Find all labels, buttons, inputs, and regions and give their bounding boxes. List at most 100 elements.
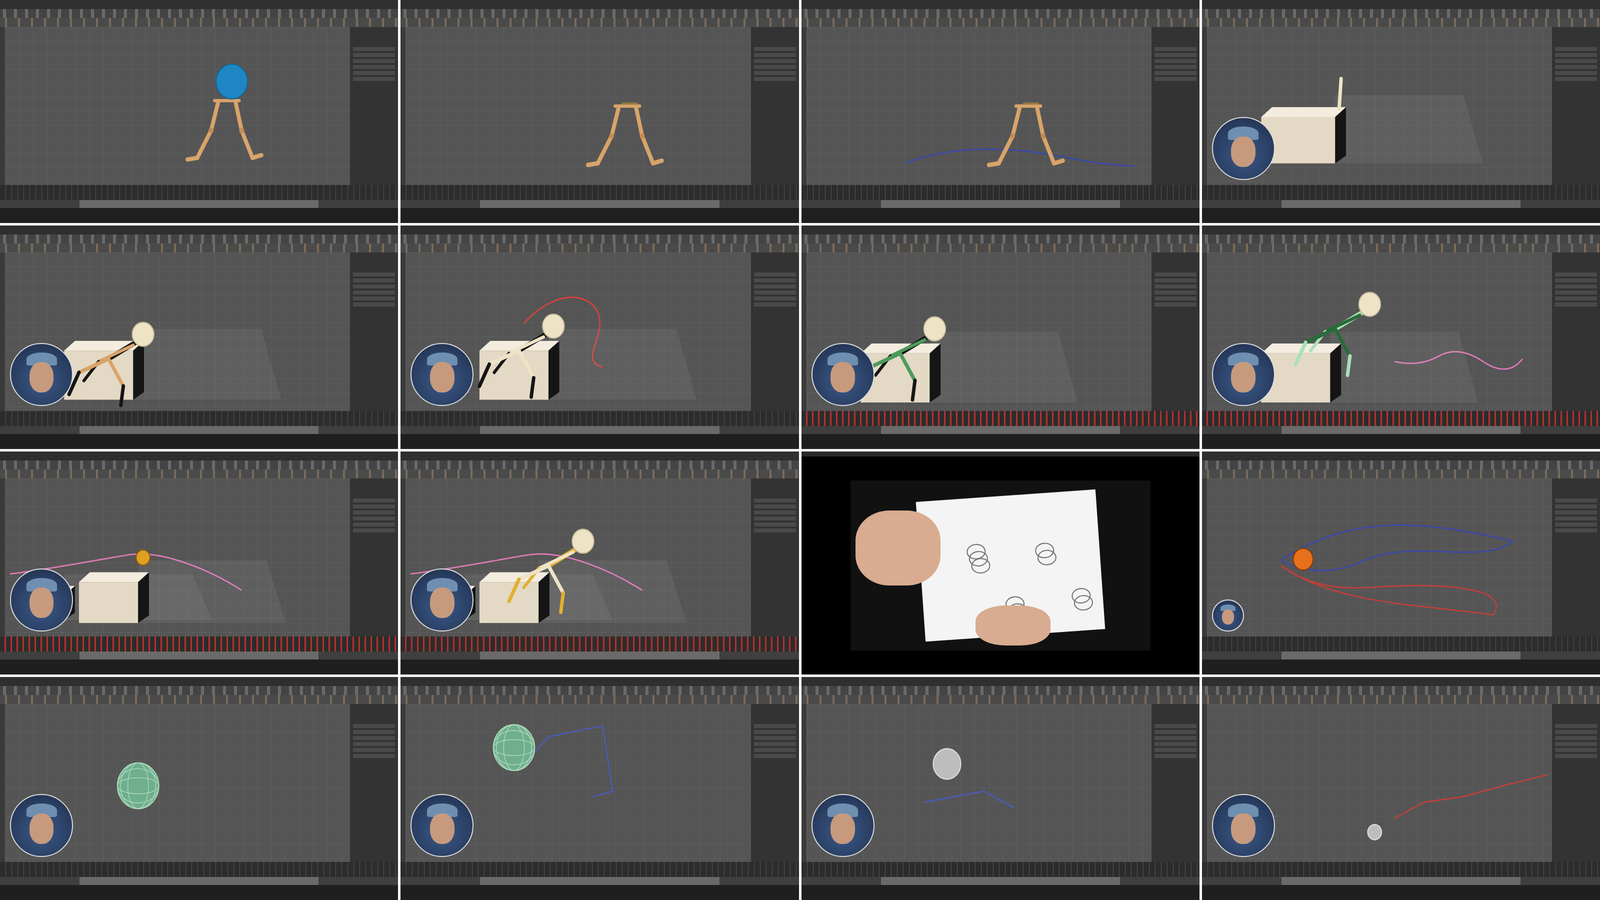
outliner-row[interactable] [754,528,796,533]
timeline[interactable] [0,862,398,877]
range-slider[interactable] [801,200,1200,208]
outliner-row[interactable] [353,278,395,283]
shelf[interactable] [801,18,1200,27]
outliner-row[interactable] [754,284,796,289]
video-thumbnail[interactable] [1202,0,1600,223]
range-slider[interactable] [0,651,398,660]
outliner-row[interactable] [353,59,395,63]
outliner-row[interactable] [1154,65,1197,69]
video-thumbnail[interactable] [801,225,1200,449]
outliner-row[interactable] [754,742,796,746]
outliner-row[interactable] [1555,284,1597,289]
outliner-row[interactable] [353,742,395,746]
outliner-row[interactable] [1154,278,1197,283]
outliner-row[interactable] [754,71,796,75]
timeline[interactable] [400,411,799,426]
shelf[interactable] [1202,695,1600,704]
video-thumbnail[interactable] [0,0,398,223]
outliner-row[interactable] [1154,71,1197,75]
outliner-row[interactable] [754,53,796,57]
video-thumbnail[interactable] [400,0,799,223]
outliner-row[interactable] [1154,748,1197,752]
timeline[interactable] [400,185,799,200]
outliner-row[interactable] [1555,754,1597,758]
outliner-row[interactable] [1555,730,1597,734]
toolbar[interactable] [400,9,799,18]
range-slider[interactable] [400,426,799,434]
toolbar[interactable] [400,460,799,470]
video-thumbnail[interactable] [400,225,799,449]
outliner-row[interactable] [353,748,395,752]
viewport[interactable] [1202,478,1552,637]
toolbar[interactable] [801,9,1200,18]
video-thumbnail[interactable] [1202,677,1600,900]
video-thumbnail[interactable] [0,451,398,675]
toolbar[interactable] [0,234,398,244]
video-thumbnail[interactable] [0,677,398,900]
video-thumbnail[interactable] [1202,451,1600,675]
outliner-row[interactable] [1154,730,1197,734]
outliner-row[interactable] [1154,59,1197,63]
video-thumbnail[interactable] [801,0,1200,223]
range-slider[interactable] [400,877,799,885]
outliner-row[interactable] [754,290,796,295]
outliner-row[interactable] [353,284,395,289]
timeline[interactable] [801,411,1200,426]
outliner-row[interactable] [1555,302,1597,307]
viewport[interactable] [0,27,350,185]
video-thumbnail[interactable] [400,451,799,675]
outliner-row[interactable] [754,498,796,503]
outliner-row[interactable] [1555,742,1597,746]
outliner-row[interactable] [1555,278,1597,283]
range-slider[interactable] [400,200,799,208]
outliner-row[interactable] [353,724,395,728]
outliner-row[interactable] [1555,724,1597,728]
toolbar[interactable] [1202,9,1600,18]
timeline[interactable] [0,636,398,652]
shelf[interactable] [400,243,799,253]
toolbar[interactable] [0,686,398,695]
outliner-row[interactable] [353,528,395,533]
toolbar[interactable] [801,686,1200,695]
outliner-row[interactable] [353,272,395,277]
viewport[interactable] [400,704,751,862]
outliner-row[interactable] [353,77,395,81]
timeline[interactable] [801,185,1200,200]
outliner-row[interactable] [1154,296,1197,301]
timeline[interactable] [0,411,398,426]
viewport[interactable] [400,252,751,411]
outliner-row[interactable] [353,504,395,509]
outliner-row[interactable] [754,59,796,63]
video-thumbnail[interactable] [400,677,799,900]
outliner-row[interactable] [754,522,796,527]
timeline[interactable] [1202,185,1600,200]
outliner-row[interactable] [1555,528,1597,533]
outliner-row[interactable] [1555,71,1597,75]
range-slider[interactable] [0,877,398,885]
viewport[interactable] [400,478,751,637]
outliner-row[interactable] [1555,290,1597,295]
outliner-row[interactable] [1154,724,1197,728]
viewport[interactable] [801,27,1152,185]
shelf[interactable] [1202,18,1600,27]
outliner-row[interactable] [754,730,796,734]
video-thumbnail[interactable] [801,451,1200,675]
outliner-row[interactable] [1555,272,1597,277]
timeline[interactable] [1202,862,1600,877]
outliner-row[interactable] [1555,77,1597,81]
shelf[interactable] [801,243,1200,253]
outliner-row[interactable] [353,65,395,69]
outliner-row[interactable] [754,736,796,740]
outliner-row[interactable] [353,290,395,295]
video-thumbnail[interactable] [0,225,398,449]
outliner-row[interactable] [1154,742,1197,746]
viewport[interactable] [0,704,350,862]
shelf[interactable] [0,243,398,253]
toolbar[interactable] [0,460,398,470]
timeline[interactable] [1202,411,1600,426]
outliner-row[interactable] [353,296,395,301]
viewport[interactable] [0,252,350,411]
outliner-row[interactable] [353,516,395,521]
toolbar[interactable] [1202,686,1600,695]
video-thumbnail[interactable] [801,677,1200,900]
